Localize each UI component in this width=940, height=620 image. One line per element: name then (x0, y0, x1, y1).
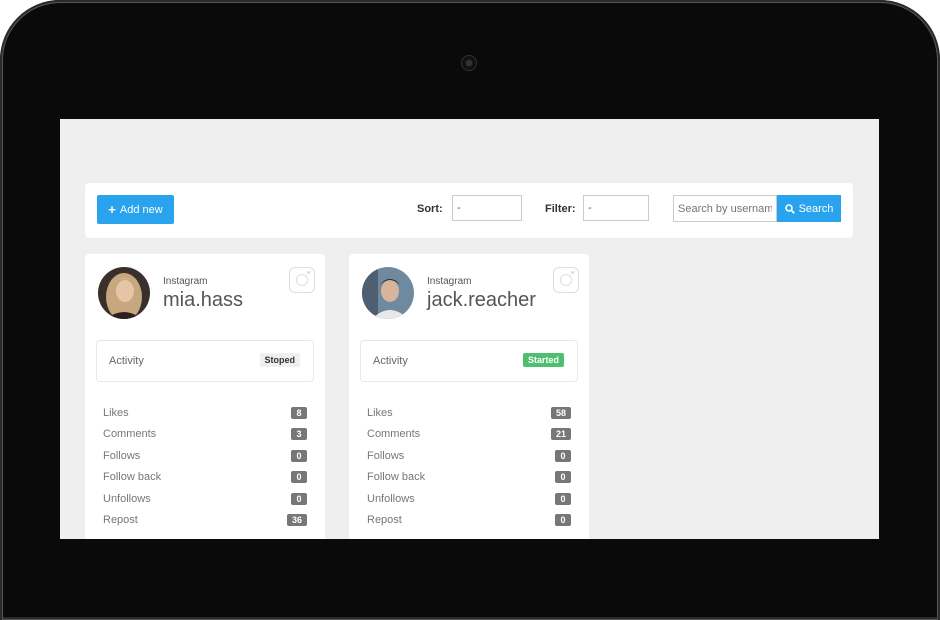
username: mia.hass (163, 289, 244, 311)
status-badge[interactable]: Started (522, 353, 564, 367)
search-button-label: Search (798, 202, 834, 215)
stat-row: Likes 58 (367, 402, 571, 424)
account-card: Instagram jack.reacher Activity Started … (349, 254, 589, 539)
stat-label: Unfollows (367, 492, 415, 505)
stat-label: Follows (103, 449, 141, 462)
stat-count-badge: 3 (291, 428, 307, 441)
activity-row: Activity Stoped (96, 340, 314, 382)
camera-icon (462, 56, 476, 70)
stat-count-badge: 0 (555, 492, 571, 505)
search-icon (784, 203, 795, 214)
account-card: Instagram mia.hass Activity Stoped Likes… (85, 254, 325, 539)
toolbar: + Add new Sort: - Filter: - Search (85, 183, 853, 238)
activity-row: Activity Started (360, 340, 578, 382)
stat-label: Repost (367, 514, 402, 527)
stat-label: Follow back (367, 471, 426, 484)
stat-row: Unfollows 0 (367, 488, 571, 510)
stat-label: Follow back (103, 471, 162, 484)
stat-count-badge: 8 (291, 406, 307, 419)
sort-select-value: - (457, 202, 461, 214)
stat-count-badge: 58 (550, 406, 571, 419)
stat-label: Likes (103, 406, 129, 419)
stat-count-badge: 0 (555, 514, 571, 527)
stat-row: Comments 21 (367, 424, 571, 446)
stat-row: Repost 0 (367, 510, 571, 532)
stat-label: Follows (367, 449, 405, 462)
add-new-label: Add new (119, 203, 163, 216)
add-new-button[interactable]: + Add new (97, 195, 174, 224)
platform-label: Instagram (427, 276, 472, 287)
stats-list: Likes 58 Comments 21 Follows 0 Follow back 0… (367, 402, 571, 531)
stat-row: Likes 8 (103, 402, 307, 424)
activity-label: Activity (373, 355, 408, 367)
stat-label: Comments (367, 428, 421, 441)
sort-label: Sort: (417, 203, 443, 215)
stat-count-badge: 0 (291, 492, 307, 505)
stat-row: Comments 3 (103, 424, 307, 446)
filter-select[interactable]: - (583, 195, 649, 221)
stats-list: Likes 8 Comments 3 Follows 0 Follow back 0 U… (103, 402, 307, 531)
status-badge[interactable]: Stoped (259, 353, 300, 367)
stat-row: Repost 36 (103, 510, 307, 532)
stat-row: Follows 0 (103, 445, 307, 467)
stat-label: Comments (103, 428, 157, 441)
search-input[interactable] (673, 195, 777, 222)
stat-count-badge: 0 (291, 471, 307, 484)
stat-count-badge: 0 (555, 471, 571, 484)
avatar (362, 267, 414, 319)
stat-row: Follows 0 (367, 445, 571, 467)
app-screen: + Add new Sort: - Filter: - Search by us… (60, 119, 879, 539)
stat-count-badge: 0 (291, 449, 307, 462)
stat-row: Follow back 0 (103, 467, 307, 489)
activity-label: Activity (109, 355, 144, 367)
filter-label: Filter: (545, 203, 576, 215)
stat-label: Repost (103, 514, 138, 527)
sort-select[interactable]: - (452, 195, 522, 221)
instagram-icon[interactable] (289, 267, 315, 293)
stat-count-badge: 0 (555, 449, 571, 462)
stat-count-badge: 21 (550, 428, 571, 441)
username: jack.reacher (427, 289, 536, 311)
platform-label: Instagram (163, 276, 208, 287)
stat-row: Follow back 0 (367, 467, 571, 489)
stat-label: Likes (367, 406, 393, 419)
avatar (98, 267, 150, 319)
plus-icon: + (108, 202, 116, 217)
stat-label: Unfollows (103, 492, 151, 505)
filter-select-value: - (588, 202, 592, 214)
tablet-frame: + Add new Sort: - Filter: - Search by us… (0, 0, 940, 620)
instagram-icon[interactable] (553, 267, 579, 293)
stat-row: Unfollows 0 (103, 488, 307, 510)
search-button[interactable]: Search (777, 195, 841, 222)
stat-count-badge: 36 (286, 514, 307, 527)
